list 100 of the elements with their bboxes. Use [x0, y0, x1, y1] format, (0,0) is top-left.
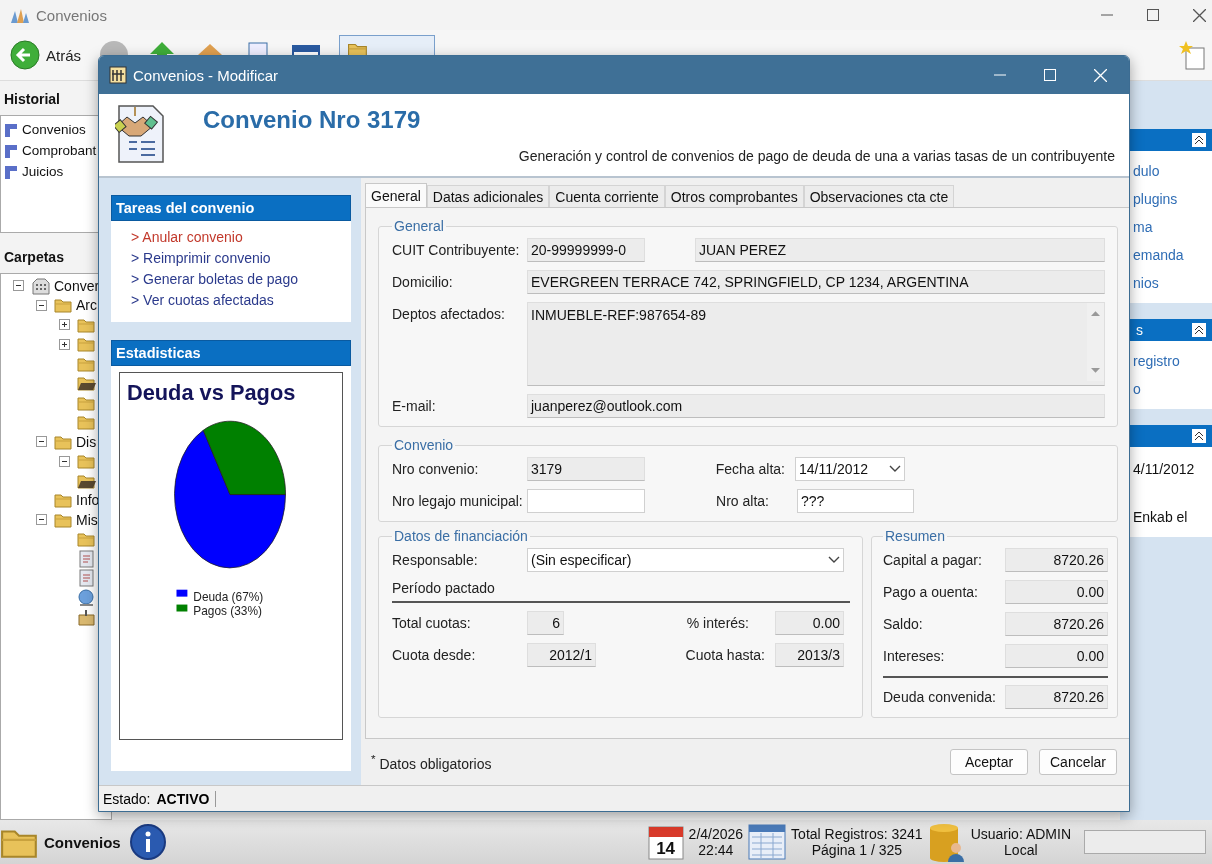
dropdown[interactable]: (Sin especificar) [527, 548, 844, 572]
collapse-toggle[interactable] [36, 299, 47, 311]
panel-link[interactable]: emanda [1133, 247, 1212, 263]
folder-icon [54, 491, 73, 510]
collapse-toggle[interactable] [36, 436, 47, 448]
panel-link[interactable]: nios [1133, 275, 1212, 291]
collapse-icon[interactable] [1192, 133, 1206, 147]
tab[interactable]: Cuenta corriente [549, 185, 665, 207]
collapse-toggle[interactable] [59, 455, 70, 467]
input-field[interactable] [527, 489, 645, 513]
tree-item[interactable]: Conver [54, 277, 100, 294]
document-icon [77, 549, 96, 568]
tab[interactable]: General [365, 183, 427, 207]
legend-label: Pagos (33%) [193, 604, 262, 619]
task-link[interactable]: > Ver cuotas afectadas [131, 292, 351, 308]
readonly-field[interactable]: juanperez@outlook.com [527, 394, 1105, 418]
document-star-icon[interactable] [1178, 40, 1206, 70]
chevron-down-icon[interactable] [828, 556, 840, 564]
close-icon[interactable] [1193, 8, 1206, 22]
info-icon[interactable] [128, 823, 167, 861]
status-date: 2/4/2026 [688, 826, 744, 842]
tree-item[interactable]: Info [76, 492, 100, 509]
field-label: Responsable: [392, 552, 479, 568]
group-title: General [393, 218, 445, 234]
section-title: Período pactado [392, 580, 850, 603]
document-icon [77, 569, 96, 588]
readonly-field[interactable]: 20-99999999-0 [527, 238, 645, 262]
expand-toggle[interactable] [59, 338, 70, 350]
readonly-field[interactable]: 8720.26 [1005, 612, 1108, 636]
panel-link[interactable]: registro [1133, 353, 1212, 369]
field-label: E-mail: [392, 398, 437, 414]
field-label: Deuda convenida: [883, 689, 997, 705]
collapse-toggle[interactable] [13, 280, 24, 292]
text-area[interactable]: INMUEBLE-REF:987654-89 [527, 302, 1105, 386]
readonly-field[interactable]: 2012/1 [527, 643, 596, 667]
field-label: Nro alta: [715, 493, 770, 509]
readonly-field[interactable]: 8720.26 [1005, 685, 1108, 709]
user-name: Usuario: ADMIN [970, 826, 1071, 842]
status-value: ACTIVO [156, 790, 217, 807]
tree-item[interactable]: Mis [76, 511, 98, 528]
readonly-field[interactable]: 3179 [527, 457, 645, 481]
required-note: $^{*}$ Datos obligatorios [371, 752, 492, 772]
field-label: Domicilio: [392, 274, 454, 290]
section-title: Carpetas [3, 248, 65, 267]
readonly-field[interactable]: JUAN PEREZ [695, 238, 1105, 262]
readonly-field[interactable]: 6 [527, 611, 564, 635]
dialog-button[interactable]: Aceptar [950, 749, 1028, 776]
user-location: Local [1004, 842, 1038, 858]
tree-item[interactable]: Arc [76, 297, 97, 314]
dialog-description: Generación y control de convenios de pago de deuda de una a varias tasas de un contribuyente [518, 148, 1115, 164]
collapse-icon[interactable] [1192, 323, 1206, 337]
back-button[interactable]: Atrás [10, 40, 81, 70]
field-label: Saldo: [883, 616, 924, 632]
chart-title: Deuda vs Pagos [126, 380, 296, 406]
readonly-field[interactable]: 8720.26 [1005, 548, 1108, 572]
readonly-field[interactable]: EVERGREEN TERRACE 742, SPRINGFIELD, CP 1234, ARGENTINA [527, 270, 1105, 294]
panel-link[interactable]: ma [1133, 219, 1212, 235]
task-link[interactable]: > Reimprimir convenio [131, 250, 351, 266]
panel-link[interactable]: plugins [1133, 191, 1212, 207]
tree-item[interactable]: Dis [76, 433, 97, 450]
box-icon [77, 608, 96, 627]
history-item[interactable]: Convenios [1, 119, 111, 140]
readonly-field[interactable]: 2013/3 [775, 643, 844, 667]
history-item[interactable]: Comprobant [1, 140, 111, 161]
status-label: Estado: [103, 790, 151, 807]
tab[interactable]: Otros comprobantes [664, 185, 804, 207]
dialog-heading: Convenio Nro 3179 [203, 106, 422, 134]
chevron-down-icon[interactable] [889, 465, 901, 473]
input-field[interactable]: ??? [797, 489, 914, 513]
folder-icon [77, 335, 96, 354]
readonly-field[interactable]: 0.00 [775, 611, 844, 635]
field-label: Intereses: [883, 648, 946, 664]
folder-icon [77, 530, 96, 549]
dropdown[interactable]: 14/11/2012 [795, 457, 905, 481]
group-title: Resumen [884, 528, 946, 544]
card-header: Estadisticas [111, 340, 351, 366]
folder-icon [77, 374, 96, 393]
expand-toggle[interactable] [59, 319, 70, 331]
field-label: Nro convenio: [392, 461, 480, 477]
panel-link[interactable]: o [1133, 381, 1212, 397]
record-count: Total Registros: 3241 [791, 826, 923, 842]
field-label: Total cuotas: [392, 615, 472, 631]
tab[interactable]: Observaciones cta cte [803, 185, 955, 207]
task-link[interactable]: > Anular convenio [131, 229, 351, 245]
field-label: Cuota hasta: [684, 647, 766, 663]
legend-swatch [176, 589, 188, 597]
app-icon [109, 66, 127, 84]
readonly-field[interactable]: 0.00 [1005, 644, 1108, 668]
dialog-button[interactable]: Cancelar [1039, 749, 1117, 776]
collapse-icon[interactable] [1192, 429, 1206, 443]
page-indicator: Página 1 / 325 [811, 842, 902, 858]
panel-link[interactable]: dulo [1133, 163, 1212, 179]
maximize-icon[interactable] [1147, 8, 1159, 21]
collapse-toggle[interactable] [36, 514, 47, 526]
legend-swatch [176, 604, 188, 612]
field-label: Pago a ouenta: [883, 584, 979, 600]
task-link[interactable]: > Generar boletas de pago [131, 271, 351, 287]
readonly-field[interactable]: 0.00 [1005, 580, 1108, 604]
history-item[interactable]: Juicios [1, 161, 111, 182]
tab[interactable]: Datas adicionales [426, 185, 550, 207]
